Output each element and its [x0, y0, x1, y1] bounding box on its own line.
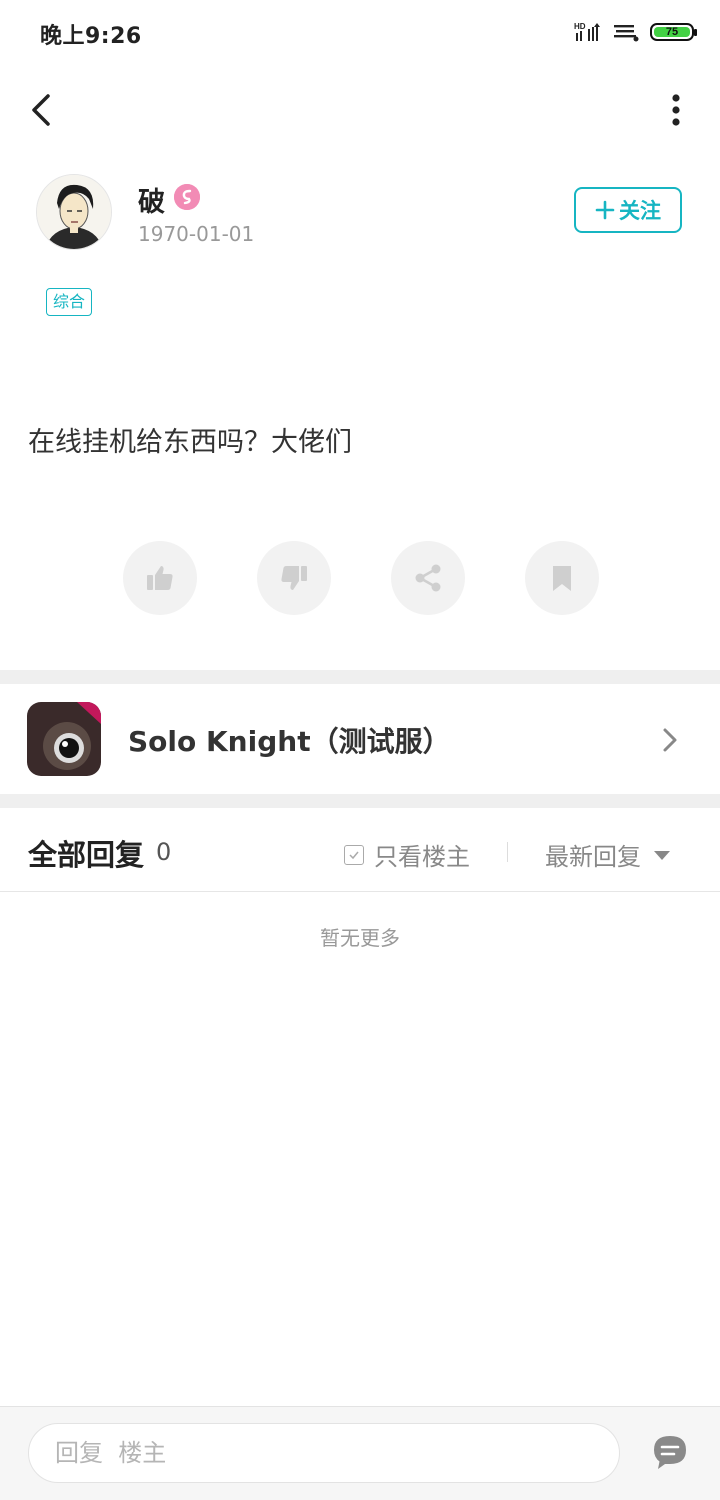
back-button[interactable]: [22, 88, 62, 132]
more-button[interactable]: [666, 92, 686, 132]
game-icon[interactable]: [27, 702, 101, 776]
level-badge-icon: [174, 184, 200, 210]
section-divider: [0, 670, 720, 684]
comment-icon: [654, 1436, 686, 1469]
avatar[interactable]: [36, 174, 112, 250]
bookmark-icon: [553, 566, 571, 591]
follow-label: 关注: [619, 199, 661, 223]
follow-button[interactable]: 关注: [574, 187, 682, 233]
only-op-label: 只看楼主: [374, 843, 470, 871]
bookmark-button[interactable]: [525, 541, 599, 615]
reply-input[interactable]: [28, 1423, 620, 1483]
post-date: 1970-01-01: [138, 222, 255, 246]
game-name[interactable]: Solo Knight（测试服）: [128, 720, 451, 760]
share-button[interactable]: [391, 541, 465, 615]
caret-down-icon: [654, 850, 670, 860]
wifi-icon: [614, 25, 639, 42]
thumbs-down-icon: [281, 566, 307, 590]
dislike-button[interactable]: [257, 541, 331, 615]
svg-text:HD: HD: [574, 22, 586, 31]
section-divider: [0, 794, 720, 808]
category-tag[interactable]: 综合: [46, 288, 93, 316]
empty-state-text: 暂无更多: [320, 926, 400, 950]
replies-count: 0: [156, 838, 172, 866]
separator: [507, 842, 508, 862]
header-divider: [0, 891, 720, 892]
comment-button[interactable]: [650, 1432, 690, 1472]
only-op-toggle[interactable]: 只看楼主: [344, 837, 470, 872]
hd-signal-icon: HD: [574, 22, 600, 41]
share-icon: [415, 564, 441, 592]
plus-icon: [595, 200, 615, 220]
checkbox-icon[interactable]: [344, 844, 364, 865]
author-name[interactable]: 破: [138, 180, 165, 219]
chevron-right-icon: [663, 728, 677, 752]
battery-icon: 75: [650, 23, 697, 41]
sort-label: 最新回复: [545, 843, 641, 871]
like-button[interactable]: [123, 541, 197, 615]
more-vertical-icon: [672, 94, 680, 126]
battery-level: 75: [654, 26, 690, 38]
status-time: 晚上9:26: [40, 24, 142, 49]
sort-dropdown[interactable]: 最新回复: [545, 837, 671, 872]
post-content: 在线挂机给东西吗？大佬们: [28, 427, 352, 458]
chevron-left-icon: [32, 94, 50, 126]
thumbs-up-icon: [147, 566, 173, 590]
replies-title: 全部回复: [28, 838, 145, 872]
status-icons: HD 75: [574, 18, 697, 46]
